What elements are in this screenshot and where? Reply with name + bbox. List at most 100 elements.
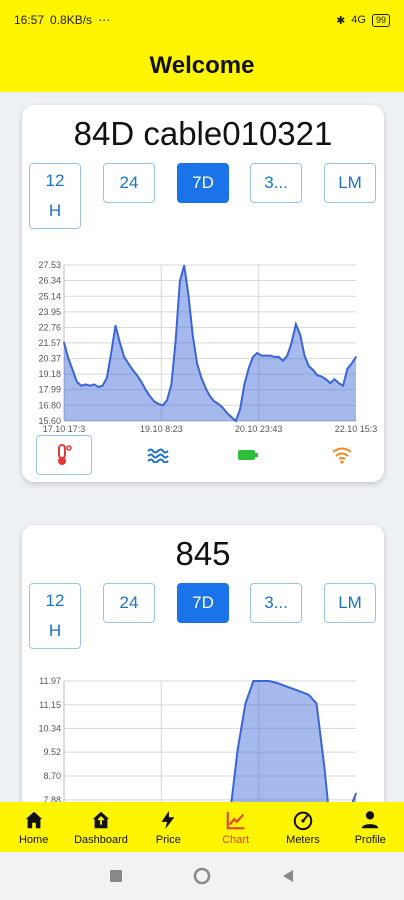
y-tick-label: 17.99 xyxy=(38,385,61,395)
range-7d-button[interactable]: 7D xyxy=(177,163,229,203)
page-title: Welcome xyxy=(149,52,255,79)
network-speed: 0.8KB/s xyxy=(50,13,93,27)
data-point xyxy=(123,356,125,358)
range-lm-button[interactable]: LM xyxy=(324,163,376,203)
data-point xyxy=(269,354,271,357)
y-tick-label: 11.15 xyxy=(39,700,61,710)
x-tick-label: 19.10 8:23 xyxy=(140,424,183,433)
content-scroll[interactable]: 84D cable010321 12 H 24 7D 3... LM 27.53… xyxy=(0,92,404,802)
data-point xyxy=(284,685,286,687)
home-button[interactable] xyxy=(193,867,211,885)
data-point xyxy=(299,690,302,693)
system-nav xyxy=(0,852,404,900)
battery-icon[interactable] xyxy=(220,435,276,475)
range-24-button[interactable]: 24 xyxy=(103,583,155,623)
range-label: 12 xyxy=(45,591,65,610)
data-point xyxy=(292,688,294,690)
bottom-nav: Home Dashboard Price Chart Meters Profil… xyxy=(0,802,404,852)
nav-chart[interactable]: Chart xyxy=(202,802,269,852)
nav-label: Home xyxy=(18,833,49,846)
range-12h-button[interactable]: 12 H xyxy=(29,163,81,229)
nav-meters[interactable]: Meters xyxy=(269,802,336,852)
x-tick-label: 17.10 17:3 xyxy=(43,424,86,433)
data-point xyxy=(226,412,228,414)
device-title: 845 xyxy=(175,535,231,572)
data-point xyxy=(252,356,254,358)
data-point xyxy=(276,682,278,684)
gauge-icon xyxy=(293,811,313,830)
thermometer-icon[interactable] xyxy=(36,435,92,475)
y-tick-label: 19.18 xyxy=(38,369,61,379)
data-point xyxy=(222,407,224,409)
data-point xyxy=(260,680,263,682)
data-point xyxy=(346,367,349,370)
range-3m-button[interactable]: 3... xyxy=(250,583,302,623)
wifi-icon[interactable] xyxy=(314,435,370,475)
data-point xyxy=(97,386,100,388)
data-point xyxy=(243,383,246,386)
device-card: 845 12 H 24 7D 3... LM 11.97 11.15 10.34 9.… xyxy=(22,525,384,802)
data-point xyxy=(131,369,134,371)
data-point xyxy=(187,294,190,297)
data-point xyxy=(333,378,336,380)
lightning-icon xyxy=(161,810,175,829)
range-lm-button[interactable]: LM xyxy=(324,583,376,623)
data-point xyxy=(350,362,353,365)
data-point xyxy=(101,384,104,387)
data-point xyxy=(260,354,263,357)
range-7d-button[interactable]: 7D xyxy=(177,583,229,623)
data-point xyxy=(174,340,177,343)
data-point xyxy=(290,341,293,344)
data-point xyxy=(166,399,168,401)
y-tick-label: 21.57 xyxy=(38,338,61,348)
y-tick-label: 27.53 xyxy=(38,260,61,270)
data-point xyxy=(157,403,160,405)
range-12h-button[interactable]: 12 H xyxy=(29,583,81,649)
y-tick-label: 11.97 xyxy=(39,676,61,686)
y-tick-label: 8.70 xyxy=(43,771,61,781)
data-point xyxy=(149,395,151,397)
data-point xyxy=(200,377,203,379)
data-point xyxy=(71,369,74,371)
data-point xyxy=(303,354,306,357)
data-point xyxy=(106,377,108,379)
sensor-chart: 27.53 26.34 25.14 23.95 22.76 21.57 20.37 19.18… xyxy=(22,253,384,438)
nav-home[interactable]: Home xyxy=(0,802,67,852)
data-point xyxy=(338,382,340,384)
range-3m-button[interactable]: 3... xyxy=(250,163,302,203)
water-waves-icon[interactable] xyxy=(130,435,186,475)
data-point xyxy=(316,374,319,377)
nav-price[interactable]: Price xyxy=(135,802,202,852)
nav-dashboard[interactable]: Dashboard xyxy=(67,802,134,852)
data-point xyxy=(256,352,259,354)
sensor-icon-row xyxy=(22,435,384,479)
nav-label: Profile xyxy=(354,833,386,846)
data-point xyxy=(76,380,78,383)
data-point xyxy=(252,680,255,682)
signal-label: 4G xyxy=(351,14,366,26)
data-point xyxy=(312,369,314,371)
app-header: Welcome xyxy=(0,40,404,92)
data-point xyxy=(196,362,198,365)
sensor-chart: 11.9711.1510.349.528.707.887.076.25 xyxy=(22,671,384,802)
y-tick-label: 9.52 xyxy=(43,747,61,757)
nav-profile[interactable]: Profile xyxy=(337,802,404,852)
data-point xyxy=(315,702,318,705)
data-point xyxy=(84,383,87,386)
back-button[interactable] xyxy=(281,869,295,883)
data-point xyxy=(277,356,280,358)
y-tick-label: 7.88 xyxy=(43,795,61,802)
data-point xyxy=(355,792,357,795)
data-point xyxy=(144,388,147,391)
data-point xyxy=(307,365,310,367)
recents-button[interactable] xyxy=(109,869,123,883)
data-point xyxy=(342,384,344,387)
person-icon xyxy=(362,810,379,828)
data-point xyxy=(299,333,301,336)
data-point xyxy=(282,360,284,362)
data-point xyxy=(80,384,82,387)
range-24-button[interactable]: 24 xyxy=(103,163,155,203)
data-point xyxy=(110,352,113,354)
data-point xyxy=(204,387,207,390)
data-point xyxy=(236,749,239,751)
